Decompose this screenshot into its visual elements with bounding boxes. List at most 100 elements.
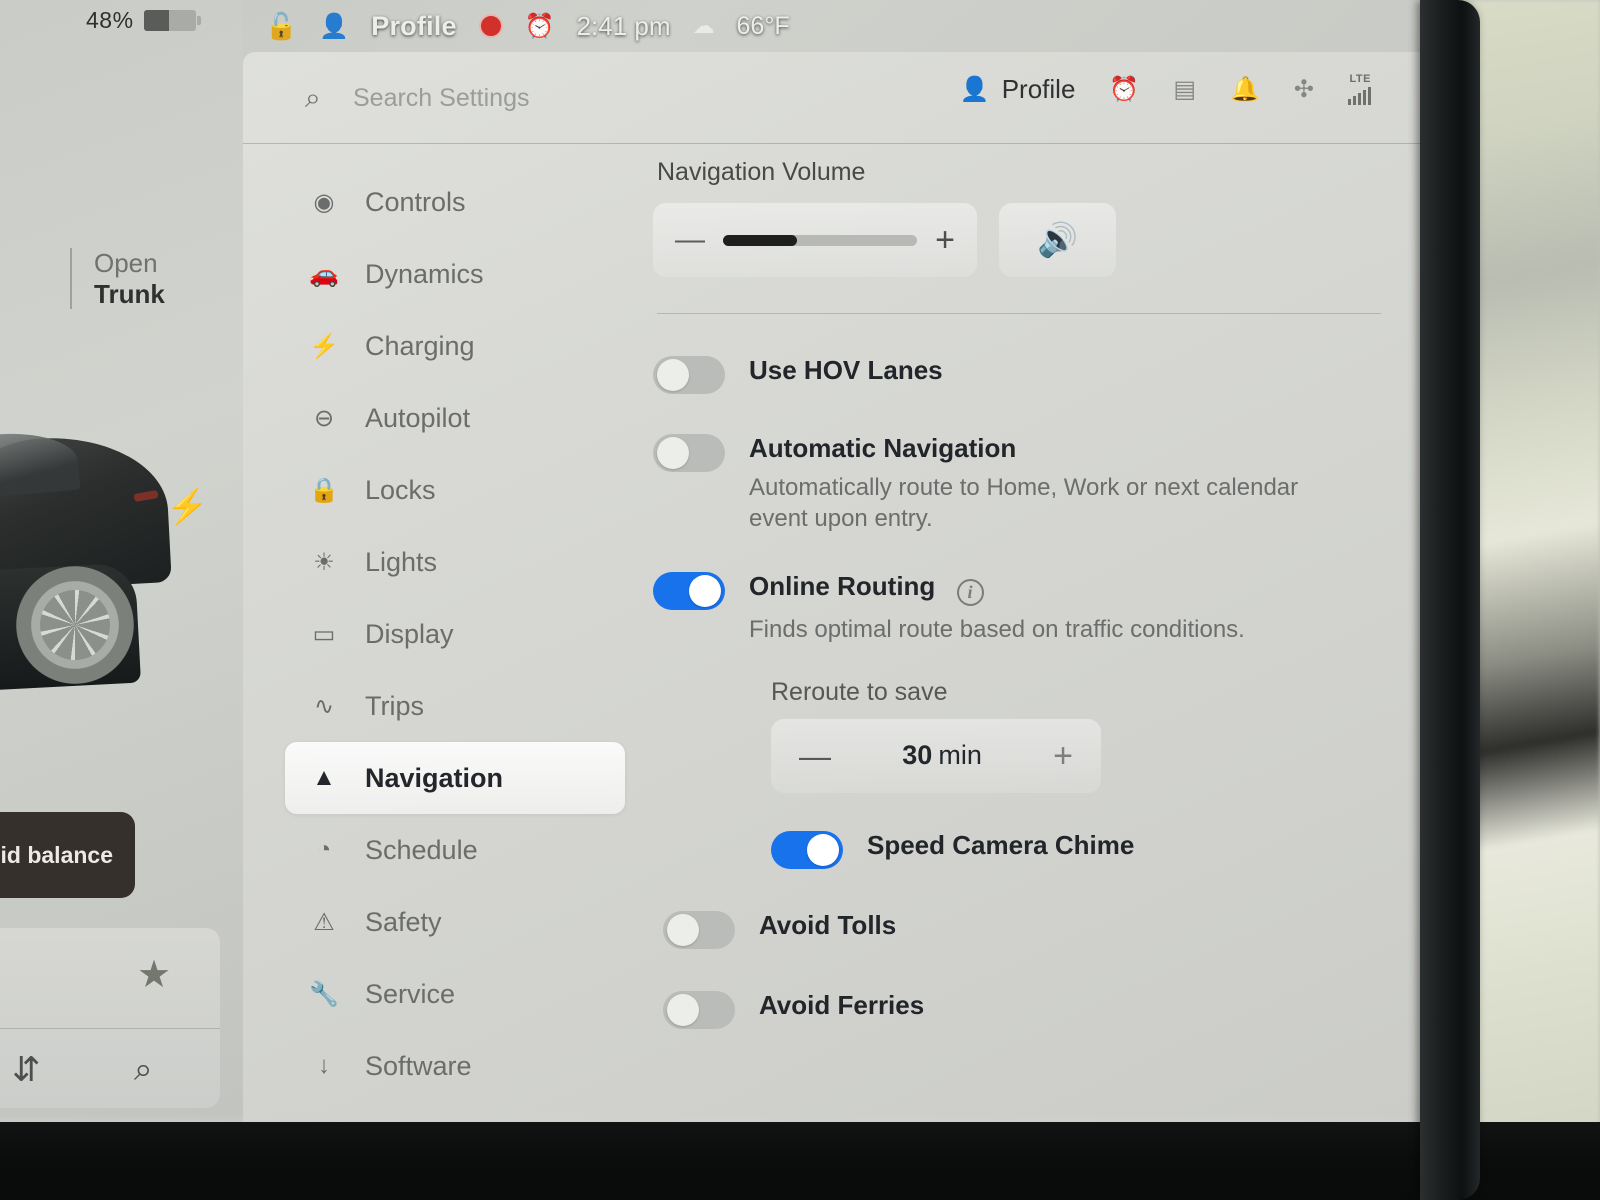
row-avoid-ferries: Avoid Ferries <box>663 989 1423 1029</box>
alarm-clock-icon[interactable]: ⏰ <box>525 12 555 41</box>
sidebar-item-software[interactable]: ↓ Software <box>285 1030 625 1102</box>
schedule-icon: ◔ <box>316 836 332 863</box>
sidebar-item-locks[interactable]: 🔒 Locks <box>285 454 625 526</box>
bell-icon[interactable]: 🔔 <box>1230 75 1260 104</box>
record-dot-icon[interactable] <box>478 14 503 38</box>
sidebar-item-label: Navigation <box>365 762 504 793</box>
sidebar-item-label: Locks <box>365 474 436 505</box>
reroute-section: Reroute to save — 30 min + <box>653 678 1423 793</box>
settings-body: ◉ Controls 🚗 Dynamics ⚡ Charging ⊖ Autop… <box>243 144 1423 1122</box>
desc-automatic-navigation: Automatically route to Home, Work or nex… <box>749 473 1299 532</box>
reroute-decrease-button[interactable]: — <box>799 740 831 772</box>
sidebar-item-dynamics[interactable]: 🚗 Dynamics <box>285 238 625 310</box>
sidebar-item-navigation[interactable]: ▲ Navigation <box>285 742 625 814</box>
row-speed-camera-chime: Speed Camera Chime <box>771 829 1423 869</box>
volume-slider[interactable] <box>723 234 918 246</box>
label-speed-camera-chime: Speed Camera Chime <box>867 829 1135 860</box>
navigation-volume-row: — + 🔊 <box>653 203 1423 277</box>
reroute-stepper[interactable]: — 30 min + <box>771 718 1101 793</box>
signal-bars-icon <box>1348 87 1371 105</box>
settings-sidebar: ◉ Controls 🚗 Dynamics ⚡ Charging ⊖ Autop… <box>243 144 643 1122</box>
wrench-icon: 🔧 <box>309 980 339 1008</box>
person-icon[interactable]: 👤 <box>960 75 990 104</box>
screen-bottom-bezel: ‹ 🔇 › <box>0 1122 1600 1200</box>
car-touchscreen: 48% ⚡ Open Trunk id balance ★ ⇵ ⌕ 🔓 👤 Pr… <box>0 0 1425 1122</box>
label-use-hov-lanes: Use HOV Lanes <box>749 355 943 385</box>
header-icon-tray: 👤 Profile ⏰ ▤ 🔔 ✣ LTE <box>960 74 1371 105</box>
display-icon: ▭ <box>312 620 336 648</box>
sidebar-item-lights[interactable]: ☀ Lights <box>285 526 625 598</box>
reroute-value-wrap: 30 min <box>902 740 982 771</box>
sidebar-item-safety[interactable]: ⚠ Safety <box>285 886 625 958</box>
car-icon: 🚗 <box>309 260 339 288</box>
sidebar-item-controls[interactable]: ◉ Controls <box>285 166 625 238</box>
row-online-routing: Online Routing i Finds optimal route bas… <box>653 571 1423 646</box>
left-pane: 48% ⚡ Open Trunk id balance ★ ⇵ ⌕ <box>0 0 243 1122</box>
trips-icon: ∿ <box>313 692 335 720</box>
alarm-clock-icon[interactable]: ⏰ <box>1109 75 1139 104</box>
sidebar-item-label: Schedule <box>365 834 478 865</box>
sidebar-item-schedule[interactable]: ◔ Schedule <box>285 814 625 886</box>
desc-online-routing: Finds optimal route based on traffic con… <box>749 616 1245 644</box>
unlock-icon[interactable]: 🔓 <box>265 11 297 42</box>
settings-panel: ⌕ 👤 Profile ⏰ ▤ 🔔 ✣ LTE <box>243 52 1423 1122</box>
toggle-online-routing[interactable] <box>653 572 725 611</box>
speaker-icon: 🔊 <box>1036 220 1079 258</box>
toggle-avoid-tolls[interactable] <box>663 910 735 949</box>
safety-icon: ⚠ <box>313 908 335 936</box>
label-online-routing: Online Routing <box>749 571 936 602</box>
label-avoid-ferries: Avoid Ferries <box>759 989 925 1020</box>
status-profile-label[interactable]: Profile <box>371 11 456 42</box>
section-divider <box>657 313 1381 314</box>
open-trunk-button[interactable]: Open Trunk <box>70 248 165 310</box>
temperature-label: 66°F <box>736 11 790 40</box>
sidebar-item-label: Safety <box>365 906 442 937</box>
top-status-bar: 🔓 👤 Profile ⏰ 2:41 pm ☁ 66°F <box>243 0 1423 52</box>
reroute-label: Reroute to save <box>771 677 948 706</box>
media-mini-card[interactable]: ★ ⇵ ⌕ <box>0 928 220 1108</box>
label-avoid-tolls: Avoid Tolls <box>759 909 897 940</box>
toggle-use-hov-lanes[interactable] <box>653 356 725 394</box>
bluetooth-icon[interactable]: ✣ <box>1294 75 1314 104</box>
navigation-volume-title: Navigation Volume <box>657 158 866 186</box>
light-icon: ☀ <box>313 548 335 576</box>
document-icon[interactable]: ▤ <box>1173 75 1196 104</box>
network-type-label: LTE <box>1349 73 1371 85</box>
label-online-routing-wrap: Online Routing i <box>749 571 1245 607</box>
battery-icon <box>143 10 201 31</box>
settings-header: ⌕ 👤 Profile ⏰ ▤ 🔔 ✣ LTE <box>243 52 1423 144</box>
volume-increase-button[interactable]: + <box>935 223 955 257</box>
open-trunk-line1: Open <box>94 248 158 278</box>
toggle-avoid-ferries[interactable] <box>663 990 735 1029</box>
sidebar-item-autopilot[interactable]: ⊖ Autopilot <box>285 382 625 454</box>
speaker-test-button[interactable]: 🔊 <box>999 203 1116 277</box>
sliders-icon[interactable]: ⇵ <box>12 1050 41 1090</box>
sidebar-item-display[interactable]: ▭ Display <box>285 598 625 670</box>
navigation-settings-content: Navigation Volume — + 🔊 Use HOV Lanes Au… <box>643 144 1423 1122</box>
label-automatic-navigation: Automatic Navigation <box>749 433 1017 463</box>
sidebar-item-label: Controls <box>365 186 466 217</box>
volume-slider-fill <box>723 234 797 246</box>
star-icon[interactable]: ★ <box>137 956 171 994</box>
screen-right-bezel <box>1420 0 1480 1200</box>
search-icon[interactable]: ⌕ <box>134 1050 152 1089</box>
toggle-speed-camera-chime[interactable] <box>771 830 843 869</box>
card-divider <box>0 1028 220 1029</box>
reroute-unit: min <box>938 740 982 771</box>
lightning-bolt-icon: ⚡ <box>166 488 209 526</box>
sidebar-item-trips[interactable]: ∿ Trips <box>285 670 625 742</box>
sidebar-item-charging[interactable]: ⚡ Charging <box>285 310 625 382</box>
row-use-hov-lanes: Use HOV Lanes <box>653 355 1423 394</box>
header-profile-label[interactable]: Profile <box>1002 74 1076 105</box>
reroute-increase-button[interactable]: + <box>1053 739 1073 773</box>
sidebar-item-service[interactable]: 🔧 Service <box>285 958 625 1030</box>
volume-control[interactable]: — + <box>653 203 977 277</box>
sidebar-item-label: Dynamics <box>365 258 484 289</box>
toggle-automatic-navigation[interactable] <box>653 434 725 472</box>
row-automatic-navigation: Automatic Navigation Automatically route… <box>653 433 1423 534</box>
row-avoid-tolls: Avoid Tolls <box>663 909 1423 949</box>
search-input[interactable] <box>353 80 773 116</box>
person-icon[interactable]: 👤 <box>319 12 349 41</box>
volume-decrease-button[interactable]: — <box>675 225 705 255</box>
info-icon[interactable]: i <box>956 579 984 607</box>
